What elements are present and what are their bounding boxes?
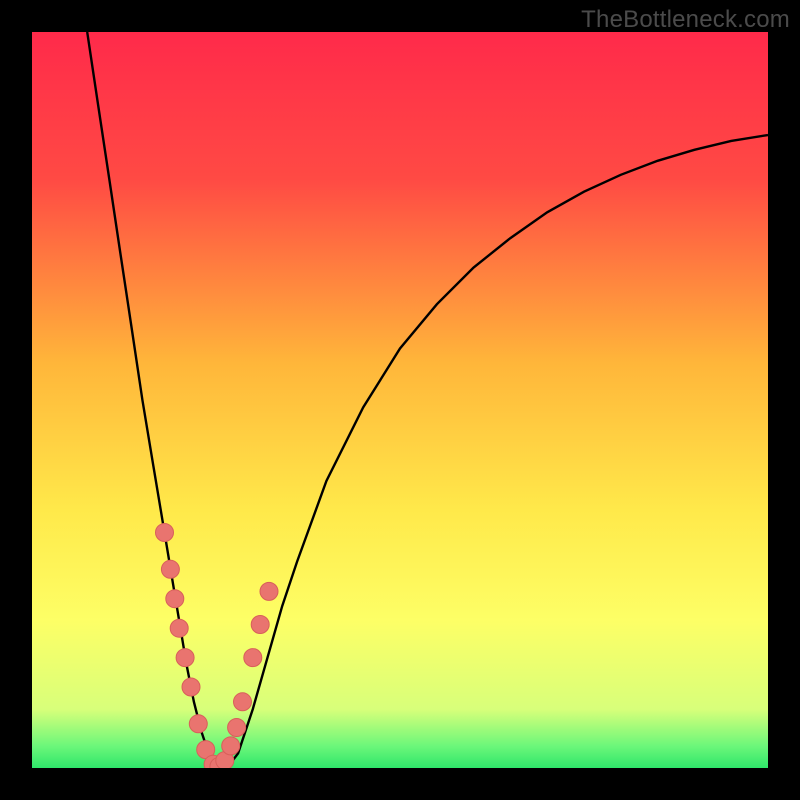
marker-dot xyxy=(189,715,207,733)
outer-frame: TheBottleneck.com xyxy=(0,0,800,800)
marker-dot xyxy=(228,719,246,737)
watermark-text: TheBottleneck.com xyxy=(581,6,790,34)
marker-dot xyxy=(170,619,188,637)
marker-dot xyxy=(156,524,174,542)
marker-dot xyxy=(260,582,278,600)
plot-area xyxy=(32,32,768,768)
marker-dot xyxy=(251,616,269,634)
chart-svg xyxy=(32,32,768,768)
marker-dot xyxy=(176,649,194,667)
marker-dot xyxy=(161,560,179,578)
marker-dot xyxy=(166,590,184,608)
marker-group xyxy=(156,524,279,769)
marker-dot xyxy=(234,693,252,711)
marker-dot xyxy=(182,678,200,696)
marker-dot xyxy=(222,737,240,755)
marker-dot xyxy=(244,649,262,667)
